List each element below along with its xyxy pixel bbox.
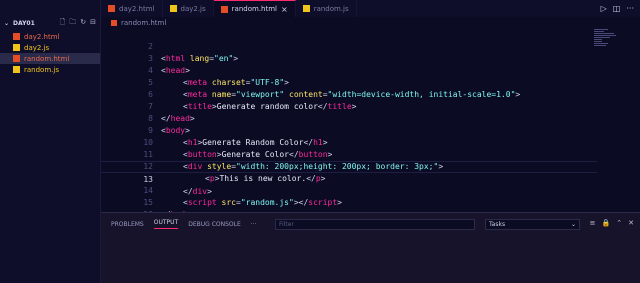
code-line: 14 <script src="random.js"></script> bbox=[101, 173, 601, 207]
html-file-icon bbox=[111, 20, 117, 26]
code-line: 4 <meta charset="UTF-8"> bbox=[101, 53, 601, 87]
split-editor-icon[interactable]: ◫ bbox=[613, 4, 621, 13]
code-line: 10 <button>Generate Color</button> bbox=[101, 125, 601, 159]
file-label: day2.html bbox=[24, 32, 60, 41]
chevron-down-icon: ⌄ bbox=[570, 221, 576, 228]
breadcrumb[interactable]: random.html bbox=[101, 17, 166, 29]
file-label: random.html bbox=[24, 54, 70, 63]
tab-day2-js[interactable]: day2.js bbox=[163, 0, 214, 17]
new-folder-icon[interactable]: 🗀 bbox=[69, 18, 76, 29]
code-line: 5 <meta name="viewport" content="width=d… bbox=[101, 65, 601, 99]
tab-debug-console[interactable]: DEBUG CONSOLE bbox=[188, 221, 241, 228]
explorer-actions: 🗋 🗀 ↻ ⊟ bbox=[60, 18, 96, 29]
html-file-icon bbox=[108, 5, 115, 12]
code-line: 11 <div style="width: 200px;height: 200p… bbox=[101, 137, 601, 171]
close-icon[interactable]: × bbox=[281, 5, 288, 14]
refresh-icon[interactable]: ↻ bbox=[80, 18, 86, 29]
collapse-all-icon[interactable]: ⊟ bbox=[90, 18, 96, 29]
select-value: Tasks bbox=[489, 221, 506, 228]
current-code-line: 13 </div> bbox=[101, 161, 597, 196]
tab-output[interactable]: OUTPUT bbox=[153, 219, 179, 229]
bottom-panel: PROBLEMS OUTPUT DEBUG CONSOLE ··· Filter… bbox=[101, 212, 640, 283]
lock-icon[interactable]: 🔒 bbox=[602, 219, 611, 227]
tab-label: day2.js bbox=[180, 4, 206, 13]
js-file-icon bbox=[169, 5, 177, 12]
html-file-icon bbox=[220, 5, 228, 13]
html-file-icon bbox=[13, 33, 20, 40]
code-line: 15 </body> bbox=[101, 185, 601, 219]
file-label: day2.js bbox=[24, 43, 50, 52]
tab-label: day2.html bbox=[119, 4, 155, 13]
js-file-icon bbox=[302, 5, 310, 12]
tab-random-js[interactable]: random.js bbox=[296, 0, 357, 17]
chevron-down-icon: ⌄ bbox=[4, 19, 10, 27]
js-file-icon bbox=[13, 44, 20, 51]
file-item-day2-html[interactable]: day2.html bbox=[0, 31, 100, 42]
code-line: 3 <head> bbox=[101, 41, 601, 75]
output-channel-select[interactable]: Tasks ⌄ bbox=[485, 219, 580, 230]
file-item-day2-js[interactable]: day2.js bbox=[0, 42, 100, 53]
filter-placeholder: Filter bbox=[279, 221, 294, 228]
js-file-icon bbox=[13, 66, 20, 73]
maximize-panel-icon[interactable]: ⌃ bbox=[616, 219, 622, 227]
code-line: 6 <title>Generate random color</title> bbox=[101, 77, 601, 111]
editor-tab-bar: day2.html day2.js random.html × random.j… bbox=[101, 0, 640, 17]
more-actions-icon[interactable]: ··· bbox=[626, 4, 634, 13]
explorer-sidebar: ⌄ DAY01 🗋 🗀 ↻ ⊟ day2.html day2.js random… bbox=[0, 0, 101, 283]
code-line: 9 <h1>Generate Random Color</h1> bbox=[101, 113, 601, 147]
editor-actions: ▷ ◫ ··· bbox=[601, 0, 640, 17]
close-icon[interactable]: ✕ bbox=[628, 219, 634, 227]
code-line: 16 </html> bbox=[101, 197, 601, 231]
tab-problems[interactable]: PROBLEMS bbox=[111, 221, 144, 228]
tab-label: random.js bbox=[313, 4, 349, 13]
code-line: 8 <body> bbox=[101, 101, 601, 135]
tab-random-html[interactable]: random.html × bbox=[213, 0, 296, 17]
code-line: 12 <p>This is new color.</p> bbox=[101, 149, 601, 183]
folder-name: DAY01 bbox=[13, 19, 35, 27]
output-filter-input[interactable]: Filter bbox=[275, 219, 475, 230]
file-label: random.js bbox=[24, 65, 59, 74]
html-file-icon bbox=[13, 55, 20, 62]
code-line: 2 <html lang="en"> bbox=[101, 29, 601, 63]
panel-actions: ≡ 🔒 ⌃ ✕ bbox=[590, 219, 634, 227]
tab-day2-html[interactable]: day2.html bbox=[101, 0, 163, 17]
tab-label: random.html bbox=[231, 5, 277, 13]
new-file-icon[interactable]: 🗋 bbox=[60, 18, 66, 29]
code-editor[interactable]: 2 <html lang="en"> 3 <head> 4 <meta char… bbox=[101, 29, 640, 231]
run-icon[interactable]: ▷ bbox=[601, 4, 607, 13]
breadcrumb-file: random.html bbox=[121, 19, 167, 27]
clear-output-icon[interactable]: ≡ bbox=[590, 219, 596, 227]
more-tabs-icon[interactable]: ··· bbox=[251, 221, 257, 228]
explorer-folder-header[interactable]: ⌄ DAY01 🗋 🗀 ↻ ⊟ bbox=[0, 15, 100, 31]
file-item-random-html[interactable]: random.html bbox=[0, 53, 100, 64]
file-item-random-js[interactable]: random.js bbox=[0, 64, 100, 75]
code-line: 7 </head> bbox=[101, 89, 601, 123]
